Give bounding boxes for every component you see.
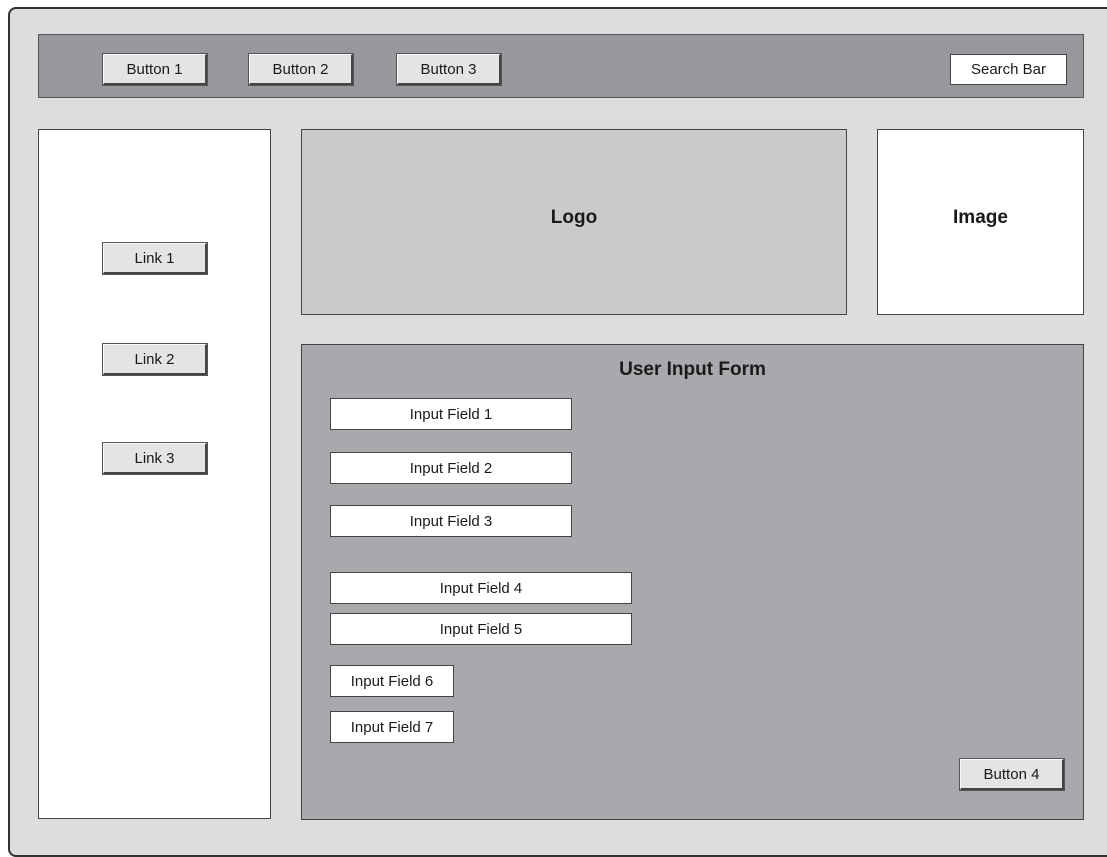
input-field-2[interactable]: Input Field 2: [330, 452, 572, 484]
input-field-3[interactable]: Input Field 3: [330, 505, 572, 537]
logo-label: Logo: [550, 207, 598, 228]
user-input-form: User Input Form Input Field 1 Input Fiel…: [301, 344, 1084, 820]
search-bar[interactable]: Search Bar: [950, 54, 1067, 85]
input-field-1[interactable]: Input Field 1: [330, 398, 572, 430]
input-field-6[interactable]: Input Field 6: [330, 665, 454, 697]
button-4[interactable]: Button 4: [959, 758, 1065, 791]
sidebar-link-1[interactable]: Link 1: [102, 242, 208, 275]
button-1[interactable]: Button 1: [102, 53, 208, 86]
sidebar-link-2[interactable]: Link 2: [102, 343, 208, 376]
button-2[interactable]: Button 2: [248, 53, 354, 86]
sidebar-link-3[interactable]: Link 3: [102, 442, 208, 475]
button-3[interactable]: Button 3: [396, 53, 502, 86]
sidebar: Link 1 Link 2 Link 3: [38, 129, 271, 819]
input-field-7[interactable]: Input Field 7: [330, 711, 454, 743]
input-field-4[interactable]: Input Field 4: [330, 572, 632, 604]
image-label: Image: [953, 207, 1008, 228]
image-area: Image: [877, 129, 1084, 315]
form-title: User Input Form: [619, 359, 766, 380]
logo-area: Logo: [301, 129, 847, 315]
input-field-5[interactable]: Input Field 5: [330, 613, 632, 645]
top-navigation-bar: Button 1 Button 2 Button 3 Search Bar: [38, 34, 1084, 98]
